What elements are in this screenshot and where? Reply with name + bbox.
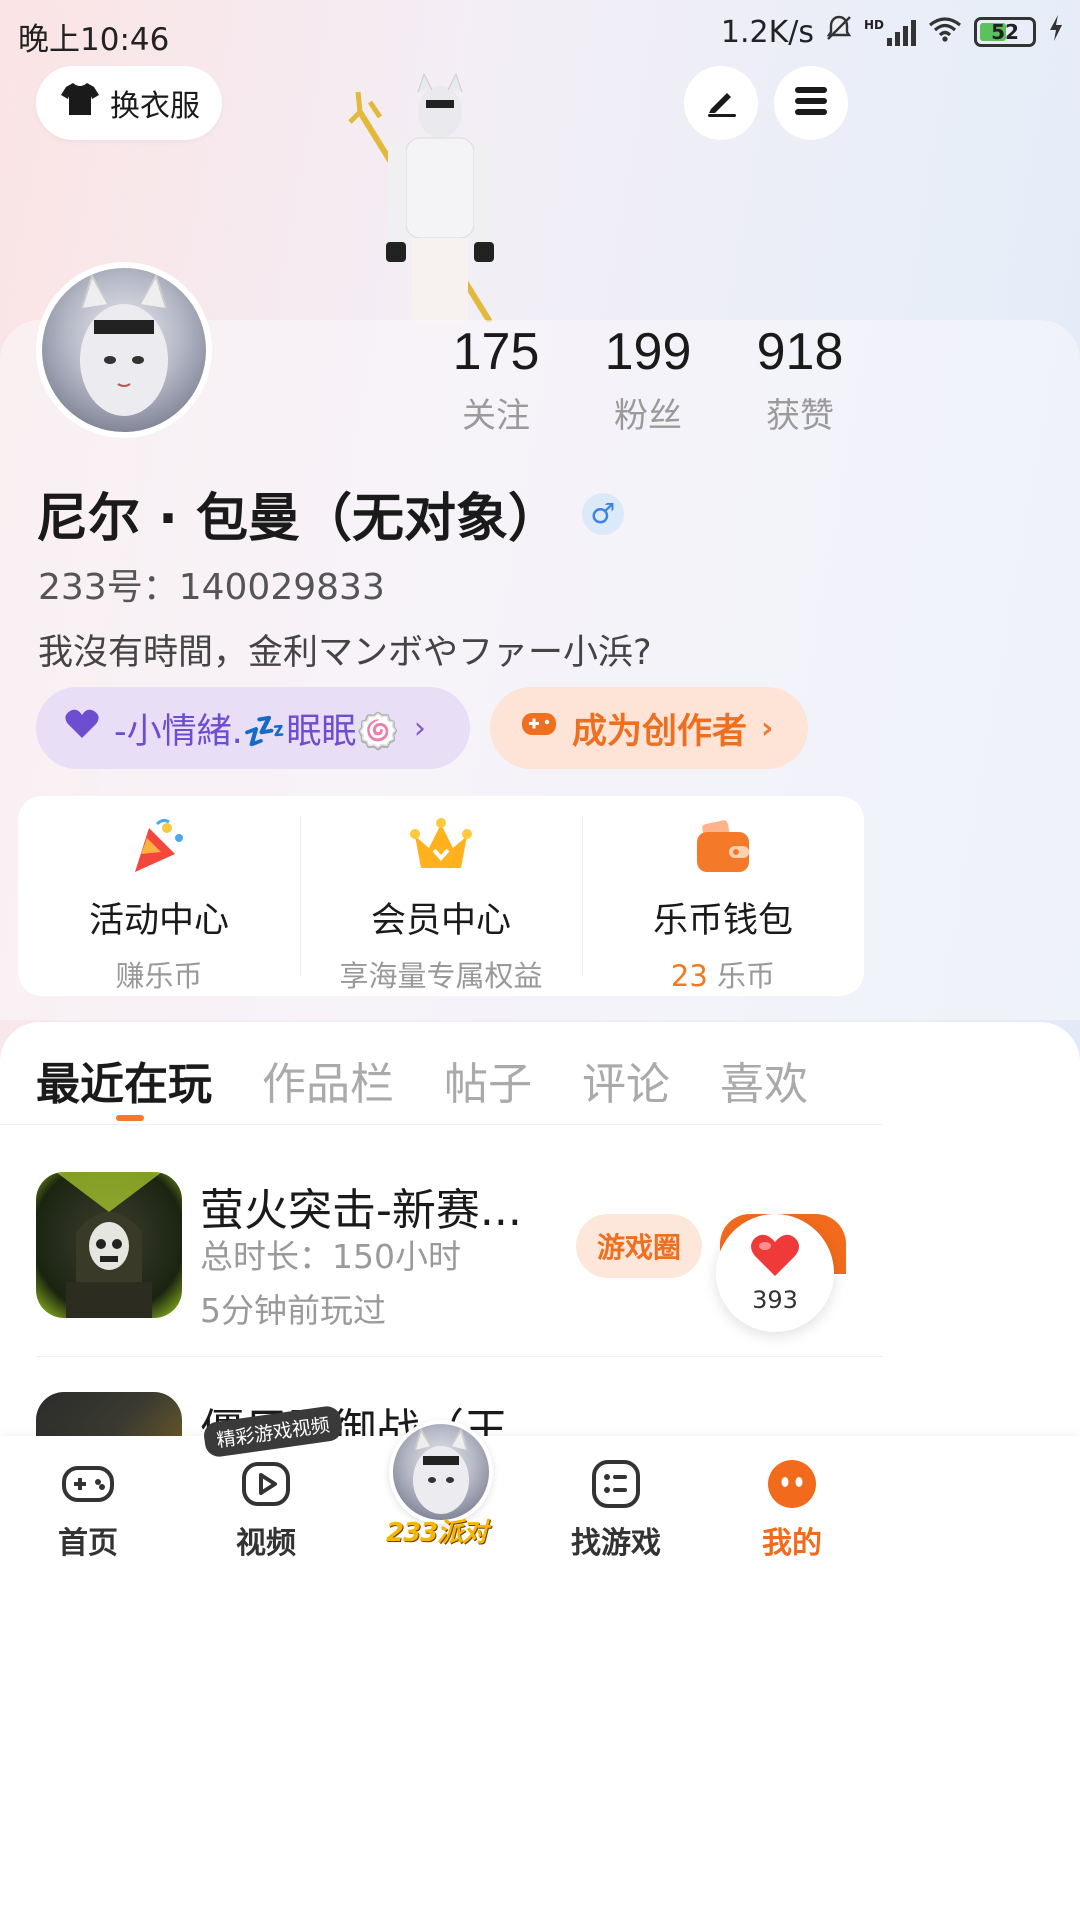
menu-button[interactable] [774,66,848,140]
smiley-face-icon [764,1456,820,1512]
user-bio: 我沒有時間，金利マンボやファー小浜? [38,633,652,673]
wallet-balance: 23 乐币 [582,953,864,995]
tab-likes[interactable]: 喜欢 [720,1048,808,1112]
nav-me[interactable]: 我的 [732,1456,852,1562]
change-outfit-button[interactable]: 换衣服 [36,66,222,140]
game-circle-button[interactable]: 游戏圈 [576,1214,702,1278]
become-creator-button[interactable]: 成为创作者 › [490,687,808,769]
profile-stats: 175 关注 199 粉丝 918 获赞 [420,322,1060,437]
chevron-right-icon: › [761,710,774,746]
user-name-row: 尼尔 · 包曼（无对象） ♂ [36,476,624,551]
tab-posts[interactable]: 帖子 [444,1048,532,1112]
chevron-right-icon: › [413,710,426,746]
status-bar: 晚上10:46 1.2K/s HD 52 [0,0,1080,66]
play-circle-icon [238,1456,294,1512]
user-name: 尼尔 · 包曼（无对象） [36,489,560,549]
list-icon [588,1456,644,1512]
following-count: 175 [452,323,540,381]
row-divider [36,1356,882,1357]
avatar[interactable] [36,262,212,438]
heart-icon [749,1232,801,1282]
signal-icon: HD [864,18,916,46]
vip-center-subtitle: 享海量专属权益 [339,959,543,993]
nav-home[interactable]: 首页 [28,1456,148,1562]
likes-count: 918 [756,323,844,381]
mute-bell-icon [826,14,852,50]
battery-icon: 52 [974,17,1036,47]
tshirt-icon [60,81,100,125]
following-stat[interactable]: 175 关注 [420,322,572,437]
game-icon [36,1172,182,1318]
wallet-balance-value: 23 [670,959,708,993]
blank-area [0,1566,1080,1920]
like-badge[interactable]: 393 [716,1214,834,1332]
feature-shortcuts: 活动中心 赚乐币 会员中心 享海量专属权益 乐币钱包 23 乐币 [18,796,864,996]
network-speed: 1.2K/s [720,14,814,50]
wallet-icon [691,814,755,878]
edit-profile-button[interactable] [684,66,758,140]
nav-video-label: 视频 [236,1526,296,1561]
party-label: 233派对 [386,1518,488,1548]
game-title: 萤火突击-新赛... [200,1185,522,1236]
charging-icon [1048,14,1064,50]
character-figure[interactable] [340,72,540,324]
game-last-played: 5分钟前玩过 [200,1291,386,1330]
gamepad-icon [60,1456,116,1512]
status-indicators: 1.2K/s HD 52 [721,14,1064,50]
user-id[interactable]: 233号：140029833 [38,558,385,610]
nav-home-label: 首页 [58,1526,118,1561]
mood-status-button[interactable]: -小情緒.💤眠眠🍥 › [36,687,470,769]
game-play-duration: 总时长：150小时 [200,1237,461,1276]
tab-comments[interactable]: 评论 [582,1048,670,1112]
heart-icon [64,708,100,749]
change-outfit-label: 换衣服 [110,89,200,124]
like-count: 393 [752,1286,798,1314]
activity-center-subtitle: 赚乐币 [115,959,203,993]
profile-tabs: 最近在玩 作品栏 帖子 评论 喜欢 [36,1048,808,1112]
vip-center-button[interactable]: 会员中心 享海量专属权益 [300,796,582,996]
hamburger-menu-icon [793,85,829,121]
become-creator-label: 成为创作者 [572,711,748,752]
gamepad-icon [520,708,558,748]
nav-find-games-label: 找游戏 [571,1526,661,1561]
nav-me-label: 我的 [762,1526,822,1561]
wifi-icon [928,15,962,50]
nav-video[interactable]: 视频 [206,1456,326,1562]
pencil-icon [703,83,739,123]
tab-recently-played[interactable]: 最近在玩 [36,1048,212,1112]
activity-center-button[interactable]: 活动中心 赚乐币 [18,796,300,996]
vip-center-title: 会员中心 [370,901,511,941]
party-avatar-button[interactable] [389,1420,493,1524]
status-time: 晚上10:46 [18,22,170,58]
crown-icon [409,814,473,878]
tabs-divider [0,1124,882,1125]
active-tab-indicator [116,1115,144,1121]
likes-label: 获赞 [766,396,834,436]
followers-stat[interactable]: 199 粉丝 [572,322,724,437]
tab-works[interactable]: 作品栏 [262,1048,394,1112]
nav-find-games[interactable]: 找游戏 [556,1456,676,1562]
following-label: 关注 [462,396,530,436]
wallet-balance-unit: 乐币 [717,959,776,993]
wallet-button[interactable]: 乐币钱包 23 乐币 [582,796,864,996]
party-popper-icon [127,814,191,878]
followers-label: 粉丝 [614,396,682,436]
mood-label: -小情緒.💤眠眠🍥 [114,711,400,752]
wallet-title: 乐币钱包 [652,901,793,941]
likes-stat[interactable]: 918 获赞 [724,322,876,437]
bottom-navigation: 首页 视频 找游戏 我的 [0,1436,1080,1566]
followers-count: 199 [604,323,692,381]
activity-center-title: 活动中心 [88,901,229,941]
male-gender-icon: ♂ [581,492,624,535]
